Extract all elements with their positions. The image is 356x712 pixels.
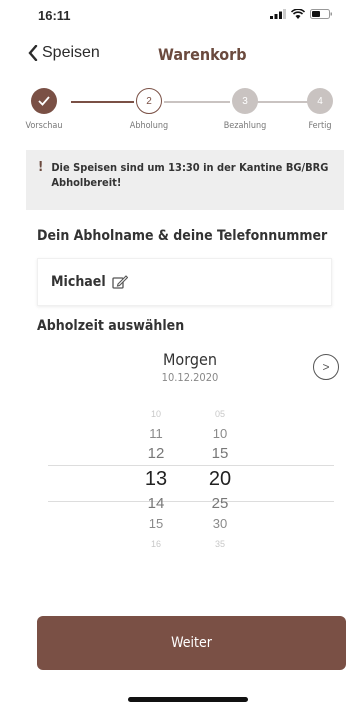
step-label: Vorschau: [25, 121, 63, 131]
step-number: 3: [232, 88, 258, 114]
battery-icon: [310, 9, 332, 19]
edit-icon[interactable]: [111, 275, 128, 289]
day-name: Morgen: [163, 350, 217, 369]
weiter-button[interactable]: Weiter: [37, 616, 346, 670]
chevron-left-icon: [28, 45, 38, 61]
day-date: 10.12.2020: [161, 371, 219, 384]
pickup-notice: ! Die Speisen sind um 13:30 in der Kanti…: [26, 150, 344, 210]
hour-option[interactable]: 15: [136, 514, 176, 534]
step-label: Bezahlung: [223, 121, 267, 131]
back-label: Speisen: [42, 44, 100, 61]
selection-line: [48, 465, 334, 466]
minute-option[interactable]: 25: [200, 494, 240, 514]
signal-icon: [270, 9, 286, 19]
step-fertig[interactable]: 4 Fertig: [290, 88, 350, 131]
time-picker[interactable]: 10 11 12 13 14 15 16 05 10 15 20 25 30 35: [48, 404, 334, 570]
hour-option[interactable]: 16: [136, 534, 176, 554]
minute-column[interactable]: 05 10 15 20 25 30 35: [200, 404, 240, 554]
pickup-name-value: Michael: [51, 274, 106, 290]
status-time: 16:11: [38, 8, 71, 23]
page-title: Warenkorb: [158, 45, 247, 64]
next-day-button[interactable]: >: [313, 354, 339, 380]
navigation-bar: Speisen Warenkorb: [0, 36, 356, 76]
minute-option[interactable]: 15: [200, 444, 240, 464]
wifi-icon: [291, 9, 305, 19]
minute-option[interactable]: 30: [200, 514, 240, 534]
minute-option[interactable]: 05: [200, 404, 240, 424]
back-button[interactable]: Speisen: [28, 44, 100, 62]
progress-stepper: Vorschau 2 Abholung 3 Bezahlung 4 Fertig: [25, 88, 334, 138]
system-indicators: [270, 9, 332, 19]
status-bar: 16:11: [0, 0, 356, 36]
selection-line: [48, 501, 334, 502]
pickup-name-field[interactable]: Michael: [37, 258, 332, 306]
minute-option[interactable]: 35: [200, 534, 240, 554]
hour-column[interactable]: 10 11 12 13 14 15 16: [136, 404, 176, 554]
checkmark-icon: [31, 88, 57, 114]
home-indicator: [128, 697, 248, 702]
exclamation-icon: !: [38, 160, 44, 175]
notice-text: Die Speisen sind um 13:30 in der Kantine…: [51, 161, 329, 189]
step-bezahlung[interactable]: 3 Bezahlung: [215, 88, 275, 131]
step-vorschau[interactable]: Vorschau: [14, 88, 74, 131]
minute-option[interactable]: 10: [200, 424, 240, 444]
pickup-name-heading: Dein Abholname & deine Telefonnummer: [37, 228, 328, 244]
hour-option[interactable]: 10: [136, 404, 176, 424]
pickup-time-heading: Abholzeit auswählen: [37, 318, 185, 334]
hour-option[interactable]: 13: [136, 464, 176, 494]
hour-option[interactable]: 11: [136, 424, 176, 444]
step-number: 4: [307, 88, 333, 114]
day-selector: Morgen 10.12.2020: [140, 350, 240, 384]
step-label: Abholung: [129, 121, 169, 131]
step-label: Fertig: [308, 121, 332, 131]
minute-option[interactable]: 20: [200, 464, 240, 494]
step-number: 2: [136, 88, 162, 114]
chevron-right-icon: >: [322, 360, 330, 374]
step-abholung[interactable]: 2 Abholung: [119, 88, 179, 131]
hour-option[interactable]: 12: [136, 444, 176, 464]
hour-option[interactable]: 14: [136, 494, 176, 514]
